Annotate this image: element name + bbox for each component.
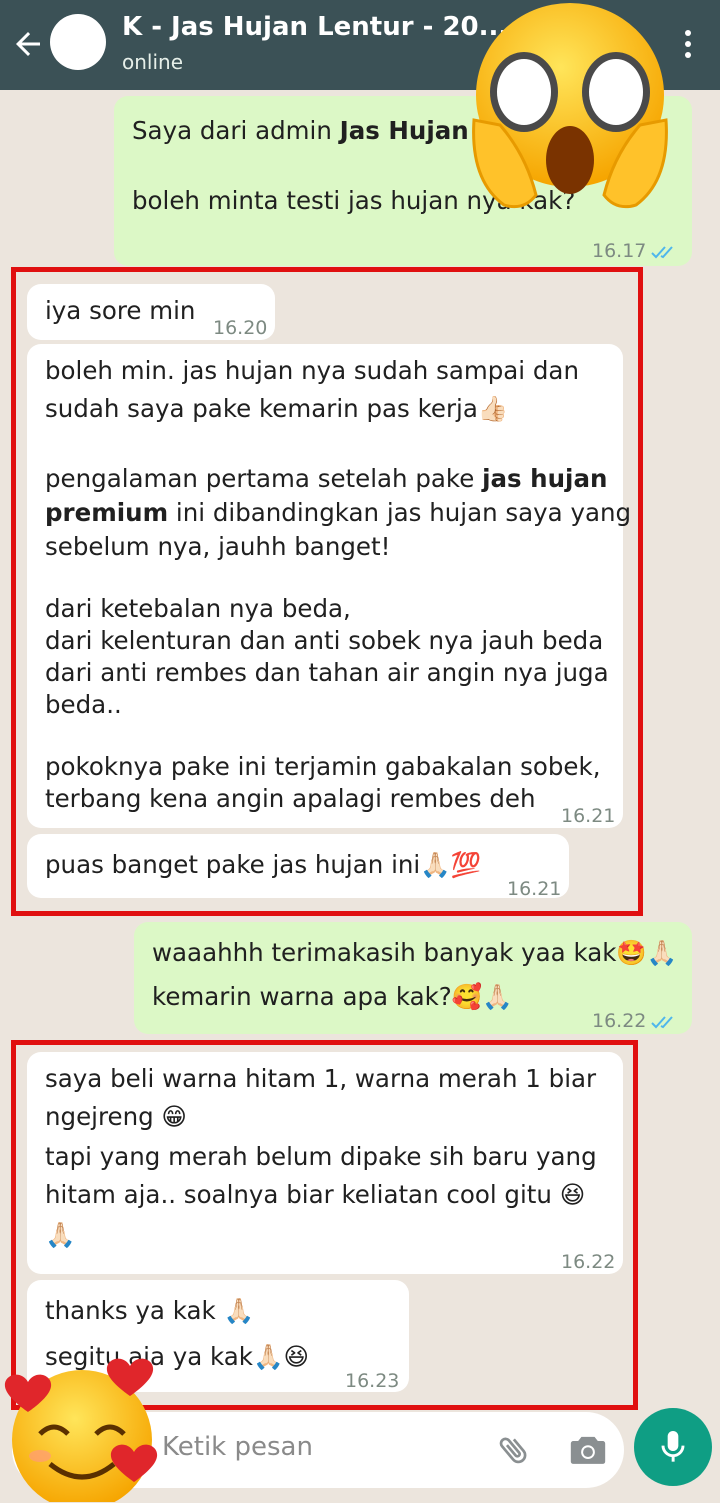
message-text: iya sore min xyxy=(45,296,196,325)
message-text: kemarin warna apa kak?🥰🙏🏻 xyxy=(152,982,513,1011)
message-incoming[interactable]: puas banget pake jas hujan ini🙏🏻💯 16.21 xyxy=(27,834,569,900)
message-text: pokoknya pake ini terjamin gabakalan sob… xyxy=(45,752,601,781)
face-screaming-in-fear-emoji xyxy=(472,3,668,209)
read-ticks-icon xyxy=(651,245,674,258)
message-time: 16.22 xyxy=(592,1004,680,1038)
message-text: dari kelenturan dan anti sobek nya jauh … xyxy=(45,626,604,655)
message-incoming[interactable]: iya sore min 16.20 xyxy=(27,284,275,340)
message-incoming[interactable]: saya beli warna hitam 1, warna merah 1 b… xyxy=(27,1052,623,1274)
message-text: hitam aja.. soalnya biar keliatan cool g… xyxy=(45,1180,586,1209)
message-text: dari anti rembes dan tahan air angin nya… xyxy=(45,658,609,687)
paperclip-icon[interactable] xyxy=(496,1432,532,1468)
message-text: premium ini dibandingkan jas hujan saya … xyxy=(45,498,632,527)
contact-status: online xyxy=(122,50,184,74)
message-text: beda.. xyxy=(45,690,122,719)
message-time: 16.22 xyxy=(561,1251,616,1273)
message-text: boleh min. jas hujan nya sudah sampai da… xyxy=(45,356,579,385)
read-ticks-icon xyxy=(651,1015,674,1028)
contact-name[interactable]: K - Jas Hujan Lentur - 20... xyxy=(122,12,508,42)
message-input[interactable]: Ketik pesan xyxy=(162,1432,313,1462)
message-text: sudah saya pake kemarin pas kerja👍🏻 xyxy=(45,394,509,423)
message-incoming[interactable]: boleh min. jas hujan nya sudah sampai da… xyxy=(27,344,631,828)
message-text: 🙏🏻 xyxy=(45,1220,76,1249)
back-arrow-icon[interactable] xyxy=(10,26,46,62)
camera-icon[interactable] xyxy=(568,1432,608,1468)
message-outgoing[interactable]: waaahhh terimakasih banyak yaa kak🤩🙏🏻 ke… xyxy=(134,922,692,1034)
message-time: 16.21 xyxy=(561,805,616,827)
message-text: sebelum nya, jauhh banget! xyxy=(45,532,391,561)
message-time: 16.23 xyxy=(345,1370,400,1392)
smiling-face-with-hearts-emoji xyxy=(4,1358,158,1502)
message-text: puas banget pake jas hujan ini🙏🏻💯 xyxy=(45,850,482,879)
message-text: waaahhh terimakasih banyak yaa kak🤩🙏🏻 xyxy=(152,938,678,967)
more-vert-icon[interactable] xyxy=(684,30,692,60)
message-text: thanks ya kak 🙏🏻 xyxy=(45,1296,254,1325)
message-text: Saya dari admin Jas Hujan Le xyxy=(132,116,510,145)
message-time: 16.20 xyxy=(213,317,268,339)
message-time: 16.21 xyxy=(507,878,562,900)
microphone-icon xyxy=(661,1431,685,1462)
message-text: terbang kena angin apalagi rembes deh xyxy=(45,784,536,813)
message-text: pengalaman pertama setelah pake jas huja… xyxy=(45,464,608,493)
message-text: dari ketebalan nya beda, xyxy=(45,594,351,623)
mic-button[interactable] xyxy=(634,1408,712,1486)
message-time: 16.17 xyxy=(592,234,680,268)
message-text: saya beli warna hitam 1, warna merah 1 b… xyxy=(45,1064,597,1093)
message-text: ngejreng 😁 xyxy=(45,1102,187,1131)
contact-avatar[interactable] xyxy=(50,14,106,70)
message-text: tapi yang merah belum dipake sih baru ya… xyxy=(45,1142,597,1171)
